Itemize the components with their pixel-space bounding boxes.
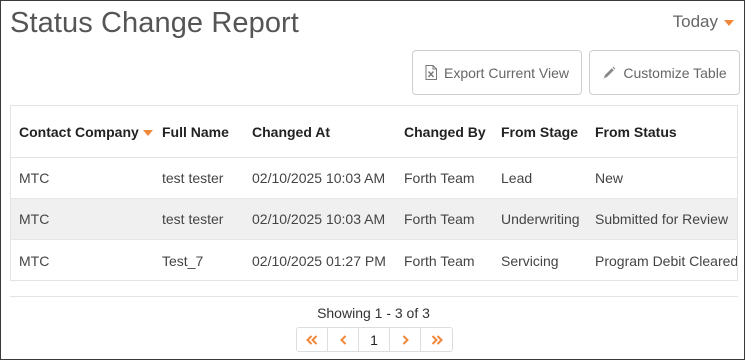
previous-page-button[interactable] — [328, 328, 359, 351]
cell-contact-company: MTC — [19, 252, 50, 269]
cell-from-stage: Underwriting — [501, 211, 580, 227]
last-page-button[interactable] — [421, 328, 452, 351]
cell-changed-at: 02/10/2025 10:03 AM — [252, 211, 386, 227]
column-header-changed-by[interactable]: Changed By — [404, 124, 486, 140]
cell-from-status: Submitted for Review — [595, 211, 729, 227]
table-row[interactable]: MTC test tester 02/10/2025 10:03 AM Fort… — [11, 199, 737, 240]
customize-table-button[interactable]: Customize Table — [589, 50, 740, 95]
cell-from-status: New — [595, 170, 624, 186]
cell-from-stage: Lead — [501, 170, 533, 186]
cell-changed-by: Forth Team — [404, 211, 475, 227]
table-header-row: Contact Company Full Name Changed At Cha… — [11, 106, 737, 158]
table-row[interactable]: MTC Test_7 02/10/2025 01:27 PM Forth Tea… — [11, 240, 738, 280]
export-current-view-label: Export Current View — [443, 64, 569, 81]
double-chevron-left-icon — [306, 334, 318, 345]
cell-contact-company: MTC — [19, 170, 50, 186]
pencil-icon — [602, 66, 616, 80]
column-header-changed-at[interactable]: Changed At — [252, 124, 330, 140]
cell-full-name: test tester — [162, 211, 224, 227]
excel-file-icon — [425, 65, 437, 80]
caret-down-icon — [724, 20, 734, 26]
customize-table-label: Customize Table — [623, 64, 727, 81]
chevron-left-icon — [339, 334, 347, 345]
report-panel: Status Change Report Today Export Curren… — [0, 0, 745, 360]
page-number-button[interactable]: 1 — [359, 328, 390, 351]
cell-changed-by: Forth Team — [404, 252, 475, 269]
next-page-button[interactable] — [390, 328, 421, 351]
column-header-full-name[interactable]: Full Name — [162, 124, 229, 140]
cell-changed-by: Forth Team — [404, 170, 475, 186]
cell-full-name: test tester — [162, 170, 224, 186]
footer-divider — [10, 296, 738, 297]
sort-caret-icon — [142, 129, 153, 136]
pagination: 1 — [296, 327, 453, 352]
column-header-from-stage[interactable]: From Stage — [501, 124, 578, 140]
cell-changed-at: 02/10/2025 10:03 AM — [252, 170, 386, 186]
cell-from-status: Program Debit Cleared — [595, 252, 738, 269]
double-chevron-right-icon — [431, 334, 443, 345]
period-dropdown[interactable]: Today — [673, 12, 734, 32]
export-current-view-button[interactable]: Export Current View — [412, 50, 582, 95]
cell-contact-company: MTC — [19, 211, 50, 227]
first-page-button[interactable] — [297, 328, 328, 351]
cell-full-name: Test_7 — [162, 252, 204, 269]
column-header-from-status[interactable]: From Status — [595, 124, 677, 140]
status-change-table: Contact Company Full Name Changed At Cha… — [10, 105, 738, 281]
page-title: Status Change Report — [10, 7, 299, 39]
cell-from-stage: Servicing — [501, 252, 559, 269]
period-dropdown-label: Today — [672, 12, 718, 31]
column-header-contact-company[interactable]: Contact Company — [19, 124, 153, 140]
chevron-right-icon — [402, 334, 409, 345]
cell-changed-at: 02/10/2025 01:27 PM — [252, 252, 386, 269]
table-row[interactable]: MTC test tester 02/10/2025 10:03 AM Fort… — [11, 158, 737, 199]
pagination-summary: Showing 1 - 3 of 3 — [317, 305, 430, 321]
